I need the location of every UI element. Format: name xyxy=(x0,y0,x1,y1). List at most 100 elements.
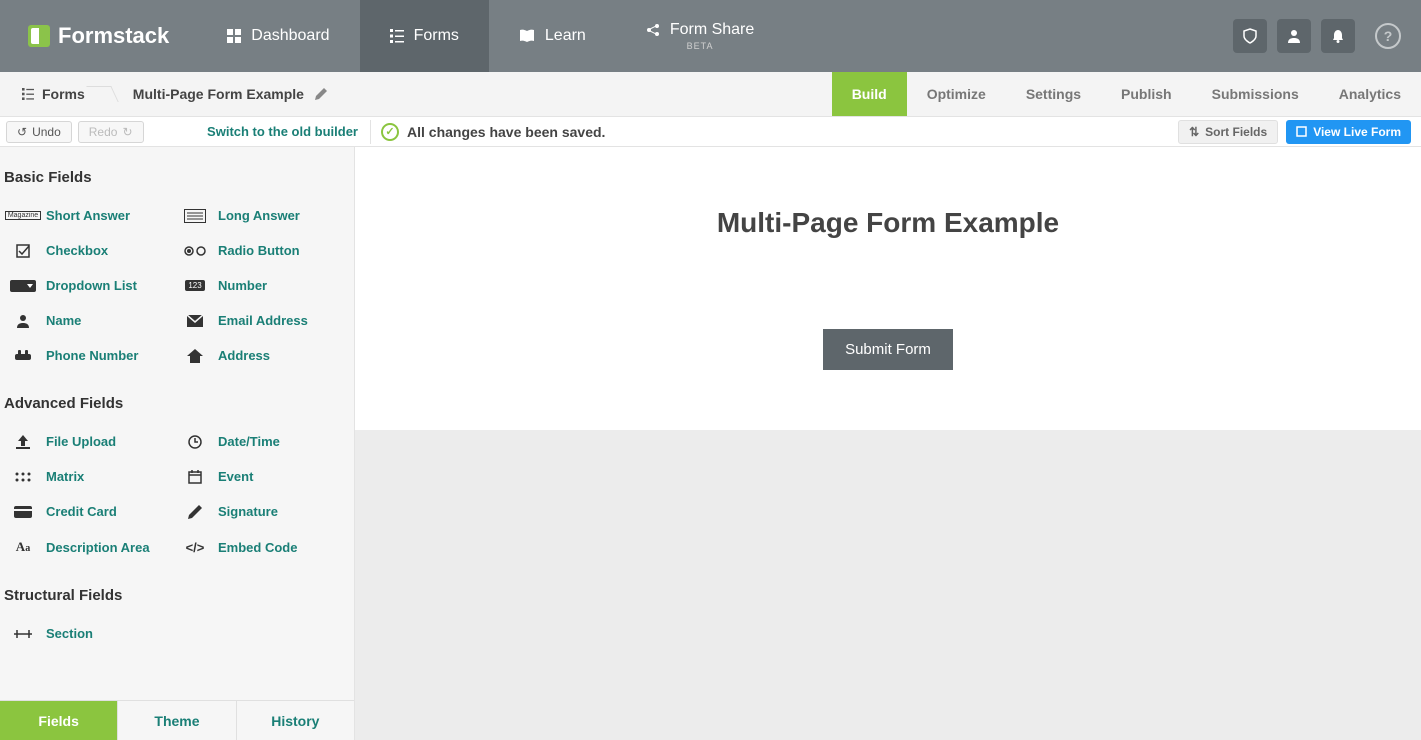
field-datetime[interactable]: Date/Time xyxy=(176,426,342,457)
breadcrumb-forms[interactable]: Forms xyxy=(0,86,103,102)
form-title: Multi-Page Form Example xyxy=(375,207,1401,239)
field-long-answer[interactable]: Long Answer xyxy=(176,200,342,231)
section-structural-fields: Structural Fields xyxy=(4,587,342,604)
user-button[interactable] xyxy=(1277,19,1311,53)
nav-learn-label: Learn xyxy=(545,27,586,45)
save-status-text: All changes have been saved. xyxy=(407,124,605,140)
nav-learn[interactable]: Learn xyxy=(489,0,616,72)
undo-button[interactable]: ↺ Undo xyxy=(6,121,72,143)
field-name[interactable]: Name xyxy=(4,305,170,336)
view-live-form-button[interactable]: View Live Form xyxy=(1286,120,1411,144)
switch-old-builder-link[interactable]: Switch to the old builder xyxy=(207,124,358,139)
field-label: Date/Time xyxy=(218,434,280,449)
form-canvas: Multi-Page Form Example Submit Form xyxy=(355,147,1421,740)
book-icon xyxy=(519,29,535,43)
text-icon: Aa xyxy=(10,539,36,555)
email-icon xyxy=(182,315,208,327)
field-embed[interactable]: </>Embed Code xyxy=(176,531,342,563)
tab-optimize[interactable]: Optimize xyxy=(907,72,1006,116)
breadcrumb-forms-label: Forms xyxy=(42,86,85,102)
field-checkbox[interactable]: Checkbox xyxy=(4,235,170,266)
clock-icon xyxy=(182,435,208,449)
side-tab-history[interactable]: History xyxy=(236,701,354,740)
field-label: Description Area xyxy=(46,540,150,555)
breadcrumb-title-text: Multi-Page Form Example xyxy=(133,86,304,102)
matrix-icon xyxy=(10,472,36,482)
grid-icon xyxy=(227,29,241,43)
field-label: Email Address xyxy=(218,313,308,328)
redo-button[interactable]: Redo↻ xyxy=(78,121,144,143)
field-credit-card[interactable]: Credit Card xyxy=(4,496,170,527)
field-label: Checkbox xyxy=(46,243,108,258)
field-number[interactable]: 123Number xyxy=(176,270,342,301)
phone-icon xyxy=(10,350,36,362)
brand-name: Formstack xyxy=(58,23,169,49)
check-icon: ✓ xyxy=(381,123,399,141)
field-label: Address xyxy=(218,348,270,363)
nav-forms-label: Forms xyxy=(414,27,459,45)
short-answer-icon: Magazine xyxy=(10,211,36,220)
field-label: Signature xyxy=(218,504,278,519)
nav-dashboard-label: Dashboard xyxy=(251,27,329,45)
field-section[interactable]: Section xyxy=(4,618,170,649)
shield-button[interactable] xyxy=(1233,19,1267,53)
tab-publish[interactable]: Publish xyxy=(1101,72,1192,116)
side-tab-theme[interactable]: Theme xyxy=(117,701,235,740)
field-label: Radio Button xyxy=(218,243,300,258)
dropdown-icon xyxy=(10,280,36,292)
home-icon xyxy=(182,349,208,363)
bell-button[interactable] xyxy=(1321,19,1355,53)
field-label: Number xyxy=(218,278,267,293)
field-dropdown[interactable]: Dropdown List xyxy=(4,270,170,301)
section-advanced-fields: Advanced Fields xyxy=(4,395,342,412)
tab-submissions[interactable]: Submissions xyxy=(1192,72,1319,116)
submit-button[interactable]: Submit Form xyxy=(823,329,953,370)
field-radio[interactable]: Radio Button xyxy=(176,235,342,266)
field-email[interactable]: Email Address xyxy=(176,305,342,336)
view-live-label: View Live Form xyxy=(1313,125,1401,139)
section-icon xyxy=(10,629,36,639)
calendar-icon xyxy=(182,470,208,484)
logo-icon xyxy=(28,25,50,47)
tab-analytics[interactable]: Analytics xyxy=(1319,72,1421,116)
nav-formshare-label: Form Share xyxy=(670,21,754,39)
field-short-answer[interactable]: Magazine Short Answer xyxy=(4,200,170,231)
nav-dashboard[interactable]: Dashboard xyxy=(197,0,359,72)
sub-bar: Forms Multi-Page Form Example Build Opti… xyxy=(0,72,1421,117)
list-icon xyxy=(22,88,34,100)
sort-fields-button[interactable]: ⇅Sort Fields xyxy=(1178,120,1278,144)
logo[interactable]: Formstack xyxy=(0,0,197,72)
radio-icon xyxy=(182,246,208,256)
field-matrix[interactable]: Matrix xyxy=(4,461,170,492)
field-address[interactable]: Address xyxy=(176,340,342,371)
person-icon xyxy=(10,314,36,328)
field-phone[interactable]: Phone Number xyxy=(4,340,170,371)
field-event[interactable]: Event xyxy=(176,461,342,492)
sort-icon: ⇅ xyxy=(1189,125,1199,139)
undo-label: Undo xyxy=(32,125,61,139)
side-tab-fields[interactable]: Fields xyxy=(0,701,117,740)
external-icon xyxy=(1296,126,1307,137)
tab-build[interactable]: Build xyxy=(832,72,907,116)
undo-icon: ↺ xyxy=(17,125,27,139)
nav-formshare[interactable]: Form Share BETA xyxy=(616,0,784,72)
field-label: Short Answer xyxy=(46,208,130,223)
sidebar: Basic Fields MagazineShort Answer Long A… xyxy=(0,147,355,740)
field-label: Dropdown List xyxy=(46,278,137,293)
field-description[interactable]: Aa Description Area xyxy=(4,531,170,563)
share-icon xyxy=(646,23,660,37)
list-icon xyxy=(390,29,404,43)
edit-title-icon[interactable] xyxy=(314,87,328,101)
tab-settings[interactable]: Settings xyxy=(1006,72,1101,116)
checkbox-icon xyxy=(10,244,36,258)
field-label: Name xyxy=(46,313,81,328)
redo-icon: ↻ xyxy=(122,125,132,139)
beta-badge: BETA xyxy=(687,41,714,51)
field-signature[interactable]: Signature xyxy=(176,496,342,527)
field-file-upload[interactable]: File Upload xyxy=(4,426,170,457)
save-status: ✓ All changes have been saved. xyxy=(381,123,605,141)
toolbar: ↺ Undo Redo↻ Switch to the old builder ✓ … xyxy=(0,117,1421,147)
breadcrumb-title: Multi-Page Form Example xyxy=(103,86,344,102)
nav-forms[interactable]: Forms xyxy=(360,0,489,72)
help-button[interactable]: ? xyxy=(1375,23,1401,49)
